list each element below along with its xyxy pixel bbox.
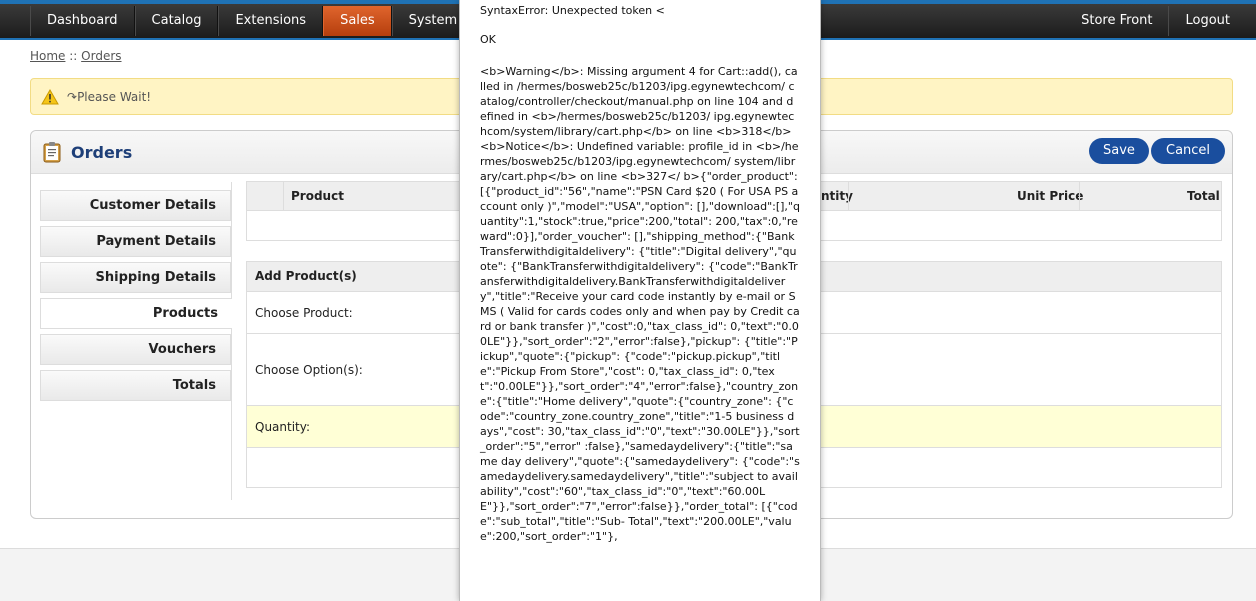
tab-vouchers[interactable]: Vouchers bbox=[40, 334, 231, 365]
page-title: Orders bbox=[71, 143, 133, 162]
add-product-heading: Add Product(s) bbox=[255, 269, 357, 283]
nav-dashboard[interactable]: Dashboard bbox=[30, 6, 135, 36]
nav-right: Store Front Logout bbox=[1065, 6, 1246, 36]
vertical-tabs: Customer Details Payment Details Shippin… bbox=[40, 182, 232, 500]
tab-customer-details[interactable]: Customer Details bbox=[40, 190, 231, 221]
column-total: Total bbox=[1187, 189, 1220, 203]
error-details: <b>Warning</b>: Missing argument 4 for C… bbox=[480, 65, 800, 543]
warning-label: Please Wait! bbox=[77, 90, 152, 104]
column-product: Product bbox=[291, 189, 344, 203]
error-alert-popup: SyntaxError: Unexpected token < OK <b>Wa… bbox=[459, 0, 821, 601]
tab-shipping-details[interactable]: Shipping Details bbox=[40, 262, 231, 293]
breadcrumb: Home :: Orders bbox=[30, 49, 122, 63]
quantity-label: Quantity: bbox=[255, 420, 311, 434]
tab-products[interactable]: Products bbox=[40, 298, 232, 329]
nav-store-front[interactable]: Store Front bbox=[1065, 6, 1168, 36]
column-divider bbox=[848, 182, 849, 211]
column-unit-price: Unit Price bbox=[1017, 189, 1084, 203]
breadcrumb-home[interactable]: Home bbox=[30, 49, 65, 63]
tab-payment-details[interactable]: Payment Details bbox=[40, 226, 231, 257]
tab-totals[interactable]: Totals bbox=[40, 370, 231, 401]
nav-sales[interactable]: Sales bbox=[323, 6, 392, 36]
save-button[interactable]: Save bbox=[1089, 138, 1149, 164]
choose-options-label: Choose Option(s): bbox=[255, 363, 363, 377]
clipboard-icon bbox=[43, 142, 61, 163]
breadcrumb-separator: :: bbox=[65, 49, 82, 63]
nav-catalog[interactable]: Catalog bbox=[134, 6, 219, 36]
loading-icon: ↷ bbox=[67, 90, 78, 104]
ok-label: OK bbox=[480, 33, 496, 46]
column-divider bbox=[1079, 182, 1080, 211]
column-divider bbox=[283, 182, 284, 211]
nav-left: Dashboard Catalog Extensions Sales Syste… bbox=[30, 6, 525, 36]
warning-text: ↷Please Wait! bbox=[67, 90, 151, 104]
choose-product-label: Choose Product: bbox=[255, 306, 353, 320]
nav-extensions[interactable]: Extensions bbox=[218, 6, 324, 36]
error-message: SyntaxError: Unexpected token < bbox=[480, 4, 665, 17]
warning-icon bbox=[41, 89, 59, 105]
nav-logout[interactable]: Logout bbox=[1168, 6, 1246, 36]
breadcrumb-orders[interactable]: Orders bbox=[81, 49, 121, 63]
cancel-button[interactable]: Cancel bbox=[1151, 138, 1226, 164]
